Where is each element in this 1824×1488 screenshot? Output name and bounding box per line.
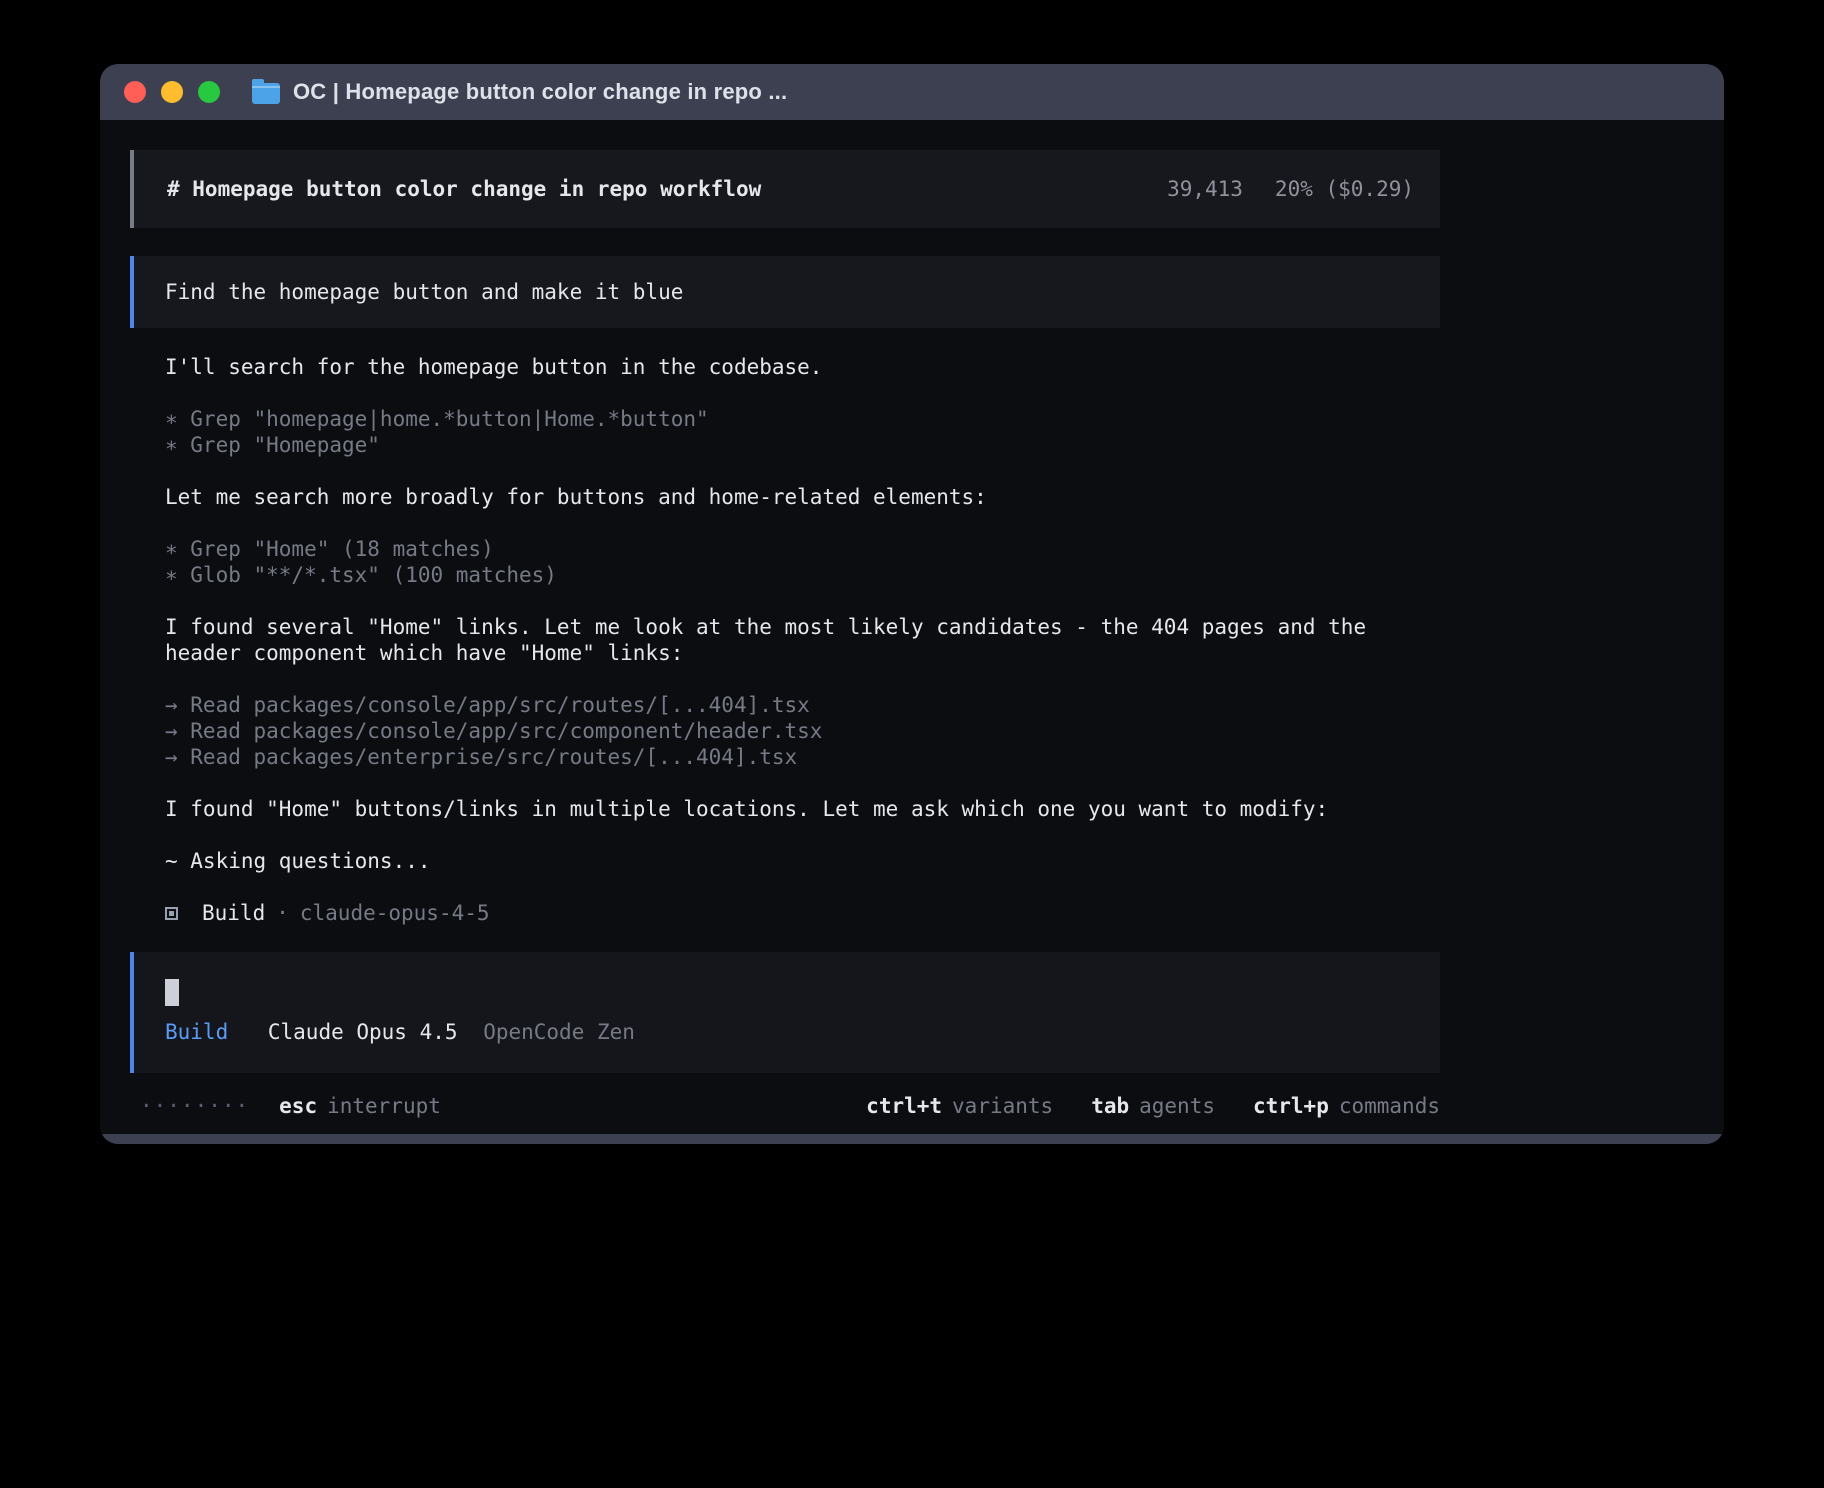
traffic-lights [124, 81, 220, 103]
assistant-paragraph: I found several "Home" links. Let me loo… [165, 614, 1440, 666]
tool-call-group: → Read packages/console/app/src/routes/[… [165, 692, 1440, 770]
tool-call-read: → Read packages/console/app/src/routes/[… [165, 692, 1440, 718]
esc-key: esc [279, 1094, 317, 1118]
commands-label: commands [1339, 1094, 1440, 1118]
activity-dots: ········ [140, 1093, 249, 1119]
agent-name: Build [202, 900, 265, 926]
assistant-text: header component which have "Home" links… [165, 640, 1440, 666]
assistant-text: Let me search more broadly for buttons a… [165, 484, 1440, 510]
agent-status-line: Build · claude-opus-4-5 [165, 900, 1440, 926]
assistant-text: I'll search for the homepage button in t… [165, 354, 1440, 380]
assistant-paragraph: Let me search more broadly for buttons a… [165, 484, 1440, 510]
status-left: ········ esc interrupt [130, 1093, 441, 1119]
agents-label: agents [1139, 1094, 1215, 1118]
terminal-content: # Homepage button color change in repo w… [100, 120, 1724, 1134]
text-cursor [165, 979, 179, 1006]
prompt-input[interactable]: Build Claude Opus 4.5 OpenCode Zen [130, 952, 1440, 1073]
minimize-button[interactable] [161, 81, 183, 103]
model-line: Build Claude Opus 4.5 OpenCode Zen [165, 1019, 1440, 1045]
tool-call-group: ∗ Grep "homepage|home.*button|Home.*butt… [165, 406, 1440, 458]
tool-call-read: → Read packages/enterprise/src/routes/[.… [165, 744, 1440, 770]
variants-label: variants [952, 1094, 1053, 1118]
activity-indicator: ~ Asking questions... [165, 848, 1440, 874]
user-message-text: Find the homepage button and make it blu… [165, 280, 683, 304]
status-bar: ········ esc interrupt ctrl+t variants tab… [130, 1093, 1440, 1119]
assistant-transcript: I'll search for the homepage button in t… [130, 354, 1440, 926]
title-group: OC | Homepage button color change in rep… [252, 79, 787, 105]
assistant-paragraph: I'll search for the homepage button in t… [165, 354, 1440, 380]
separator-dot: · [276, 900, 289, 926]
agent-mode-button[interactable]: Build [165, 1020, 228, 1044]
titlebar[interactable]: OC | Homepage button color change in rep… [100, 64, 1724, 120]
assistant-text: I found several "Home" links. Let me loo… [165, 614, 1440, 640]
token-count: 39,413 [1167, 176, 1243, 202]
assistant-text: I found "Home" buttons/links in multiple… [165, 796, 1440, 822]
esc-hint[interactable]: esc interrupt [279, 1093, 441, 1119]
tab-key: tab [1091, 1094, 1129, 1118]
content-column: # Homepage button color change in repo w… [130, 150, 1440, 1119]
session-title: # Homepage button color change in repo w… [167, 176, 761, 202]
zoom-button[interactable] [198, 81, 220, 103]
user-message: Find the homepage button and make it blu… [130, 256, 1440, 328]
tool-call-read: → Read packages/console/app/src/componen… [165, 718, 1440, 744]
variants-hint[interactable]: ctrl+t variants [866, 1093, 1053, 1119]
ctrl-t-key: ctrl+t [866, 1094, 942, 1118]
model-provider: OpenCode Zen [483, 1020, 635, 1044]
close-button[interactable] [124, 81, 146, 103]
asking-questions-text: ~ Asking questions... [165, 848, 1440, 874]
tool-call-grep: ∗ Grep "Home" (18 matches) [165, 536, 1440, 562]
session-header: # Homepage button color change in repo w… [130, 150, 1440, 228]
ctrl-p-key: ctrl+p [1253, 1094, 1329, 1118]
agents-hint[interactable]: tab agents [1091, 1093, 1215, 1119]
esc-label: interrupt [327, 1094, 441, 1118]
tool-call-grep: ∗ Grep "homepage|home.*button|Home.*butt… [165, 406, 1440, 432]
agent-icon [165, 907, 178, 920]
window-title: OC | Homepage button color change in rep… [293, 79, 787, 105]
assistant-paragraph: I found "Home" buttons/links in multiple… [165, 796, 1440, 822]
tool-call-group: ∗ Grep "Home" (18 matches) ∗ Glob "**/*.… [165, 536, 1440, 588]
commands-hint[interactable]: ctrl+p commands [1253, 1093, 1440, 1119]
agent-model: claude-opus-4-5 [300, 900, 490, 926]
session-stats: 39,413 20% ($0.29) [1167, 176, 1414, 202]
folder-icon [252, 83, 280, 104]
context-usage: 20% ($0.29) [1275, 176, 1414, 202]
tool-call-grep: ∗ Grep "Homepage" [165, 432, 1440, 458]
terminal-window: OC | Homepage button color change in rep… [100, 64, 1724, 1144]
status-right: ctrl+t variants tab agents ctrl+p commands [866, 1093, 1440, 1119]
model-name[interactable]: Claude Opus 4.5 [268, 1020, 458, 1044]
tool-call-glob: ∗ Glob "**/*.tsx" (100 matches) [165, 562, 1440, 588]
